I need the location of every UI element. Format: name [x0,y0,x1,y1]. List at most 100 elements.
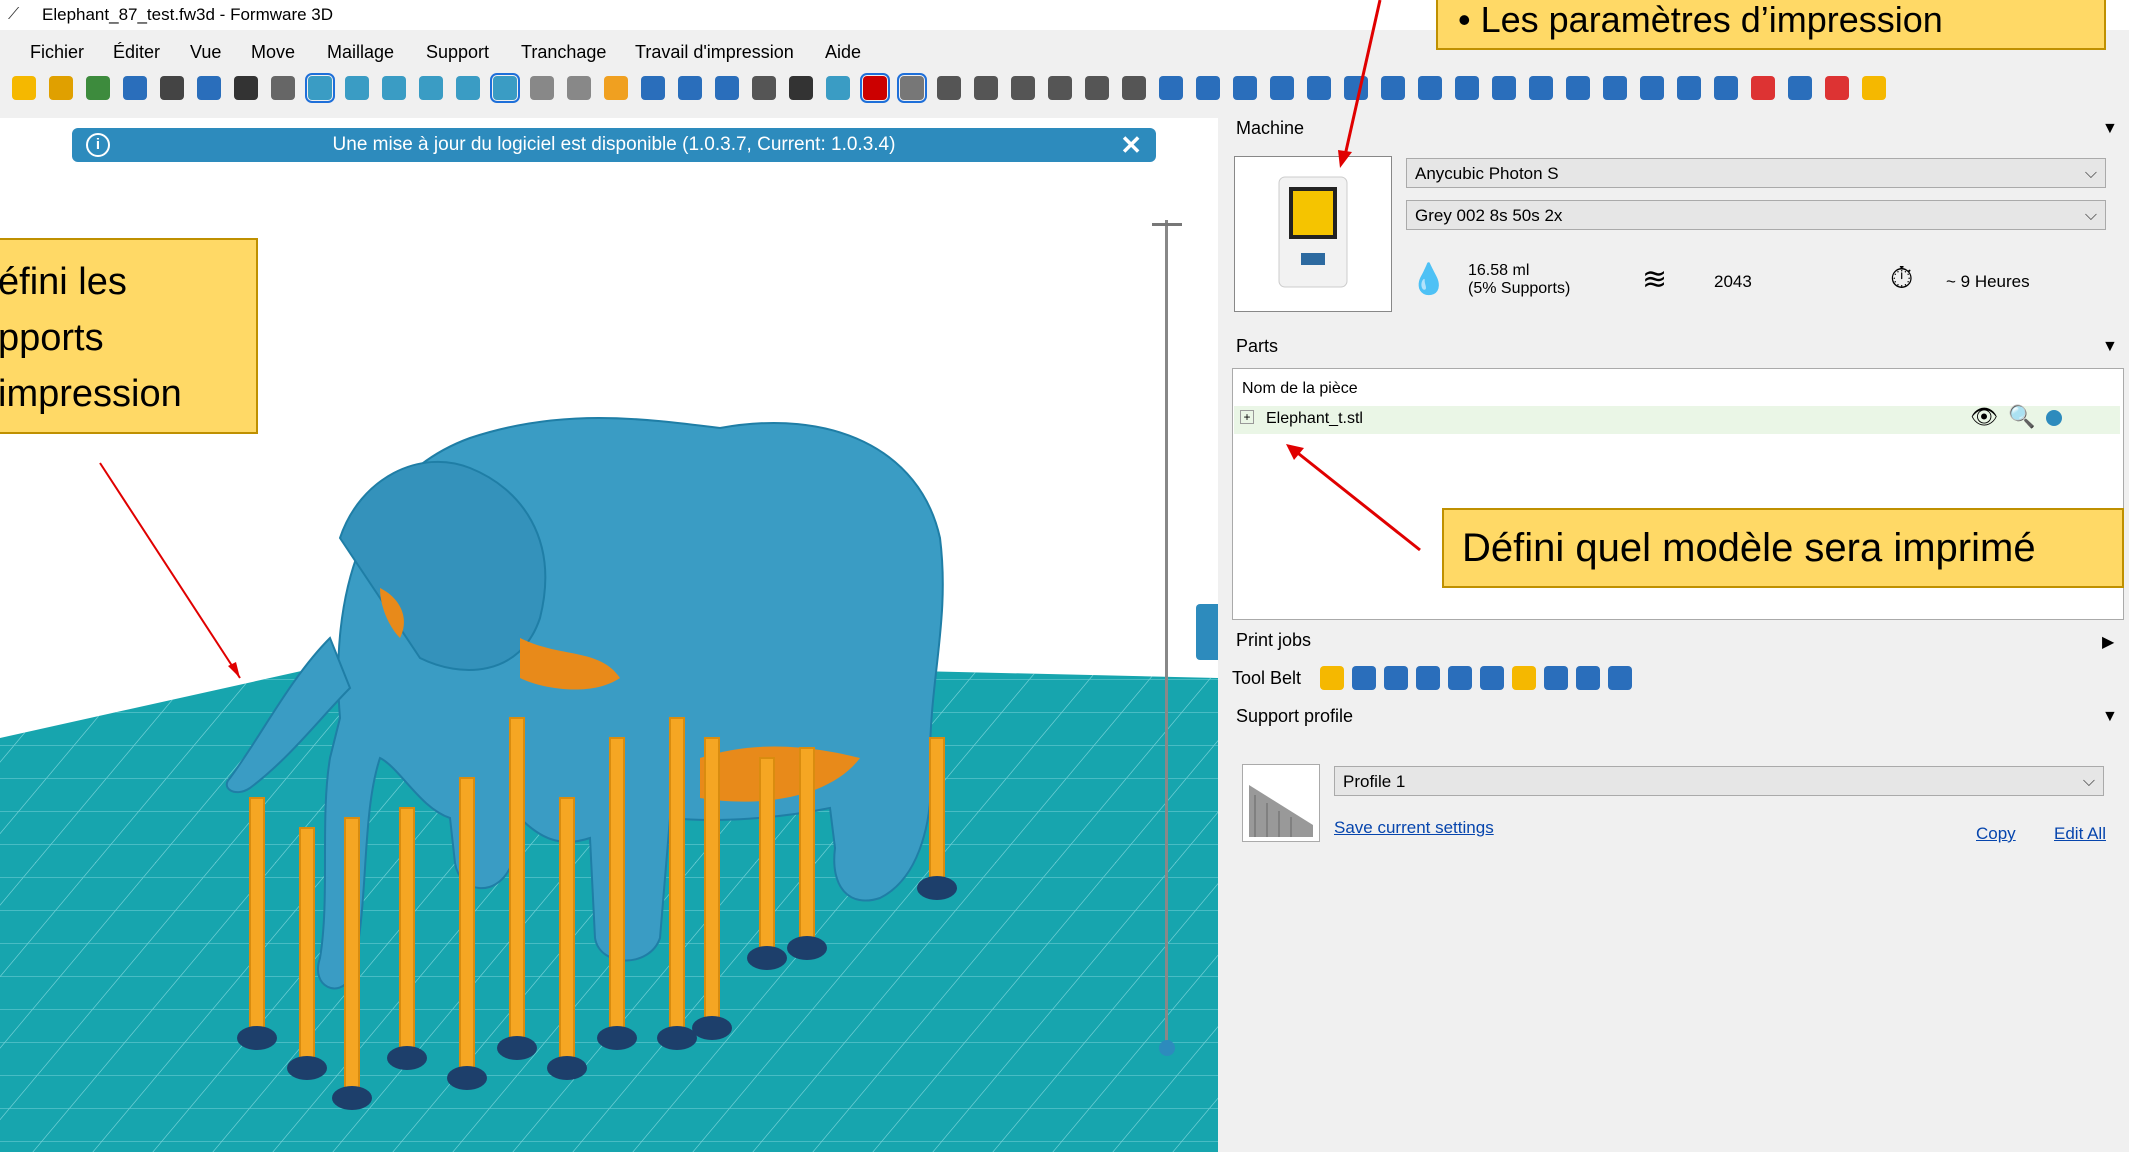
expand-icon[interactable]: + [1240,410,1254,424]
parts-header[interactable]: Parts [1236,336,1278,357]
toolbar-tool-icon[interactable] [1603,76,1627,100]
toolbar-tool-icon[interactable] [1566,76,1590,100]
tool-belt-icon[interactable] [1544,666,1568,690]
eye-icon[interactable]: 👁 [1970,404,1998,430]
printer-value: Anycubic Photon S [1415,164,1559,183]
toolbar-tool-icon[interactable] [1714,76,1738,100]
tool-belt-icon[interactable] [1448,666,1472,690]
toolbar-tool-icon[interactable] [826,76,850,100]
toolbar-tool-icon[interactable] [1048,76,1072,100]
toolbar-tool-icon[interactable] [1825,76,1849,100]
toolbar-tool-icon[interactable] [419,76,443,100]
toolbar-tool-icon[interactable] [345,76,369,100]
toolbar-tool-icon[interactable] [1677,76,1701,100]
toolbar-tool-icon[interactable] [1159,76,1183,100]
toolbar-tool-icon[interactable] [123,76,147,100]
toolbar-tool-icon[interactable] [1122,76,1146,100]
menu-travail-impression[interactable]: Travail d'impression [635,36,794,68]
chevron-down-icon: ⌵ [2084,207,2097,224]
menu-maillage[interactable]: Maillage [327,36,394,68]
toolbar-tool-icon[interactable] [1788,76,1812,100]
toolbar-tool-icon[interactable] [1233,76,1257,100]
support-profile-thumbnail [1242,764,1320,842]
toolbar-tool-icon[interactable] [1751,76,1775,100]
toolbar-tool-icon[interactable] [1640,76,1664,100]
close-icon[interactable]: ✕ [1120,128,1142,162]
menu-move[interactable]: Move [251,36,295,68]
panel-collapse-handle[interactable] [1196,604,1218,660]
menu-tranchage[interactable]: Tranchage [521,36,606,68]
tool-belt-icon[interactable] [1320,666,1344,690]
chevron-right-icon[interactable]: ▶ [2102,632,2114,652]
menu-aide[interactable]: Aide [825,36,861,68]
toolbar-tool-icon[interactable] [1085,76,1109,100]
support-profile-header[interactable]: Support profile [1236,706,1353,727]
resin-profile-select[interactable]: Grey 002 8s 50s 2x ⌵ [1406,200,2106,230]
toolbar-tool-icon[interactable] [1455,76,1479,100]
toolbar-tool-icon[interactable] [715,76,739,100]
layer-slider-track[interactable] [1165,220,1168,1050]
toolbar-tool-icon[interactable] [86,76,110,100]
toolbar-tool-icon[interactable] [897,73,927,103]
toolbar-tool-icon[interactable] [1418,76,1442,100]
layer-count: 2043 [1714,272,1752,291]
support-percent: (5% Supports) [1468,280,1571,297]
chevron-down-icon[interactable]: ▼ [2102,120,2118,138]
toolbar-tool-icon[interactable] [382,76,406,100]
tool-belt-icon[interactable] [1480,666,1504,690]
toolbar-tool-icon[interactable] [305,73,335,103]
toolbar-tool-icon[interactable] [789,76,813,100]
toolbar-tool-icon[interactable] [937,76,961,100]
search-icon[interactable]: 🔍 [2008,404,2035,430]
toolbar-tool-icon[interactable] [490,73,520,103]
resin-drop-icon: 💧 [1410,263,1448,296]
toolbar-tool-icon[interactable] [752,76,776,100]
toolbar-tool-icon[interactable] [234,76,258,100]
tool-belt-icon[interactable] [1352,666,1376,690]
menu-support[interactable]: Support [426,36,489,68]
toolbar-tool-icon[interactable] [1492,76,1516,100]
toolbar-tool-icon[interactable] [12,76,36,100]
tool-belt-icon[interactable] [1384,666,1408,690]
printer-select[interactable]: Anycubic Photon S ⌵ [1406,158,2106,188]
menu-fichier[interactable]: Fichier [30,36,84,68]
tool-belt-icon[interactable] [1512,666,1536,690]
callout-supports: éfini les pports impression [0,238,258,434]
toolbar-tool-icon[interactable] [456,76,480,100]
tool-belt-icon[interactable] [1576,666,1600,690]
layer-slider-knob[interactable] [1159,1040,1175,1056]
toolbar-tool-icon[interactable] [641,76,665,100]
toolbar-tool-icon[interactable] [197,76,221,100]
toolbar-tool-icon[interactable] [678,76,702,100]
support-profile-select[interactable]: Profile 1 ⌵ [1334,766,2104,796]
callout-supports-line3: impression [0,373,182,415]
toolbar-tool-icon[interactable] [1011,76,1035,100]
chevron-down-icon[interactable]: ▼ [2102,708,2118,726]
toolbar-tool-icon[interactable] [604,76,628,100]
toolbar-tool-icon[interactable] [530,76,554,100]
toolbar-tool-icon[interactable] [49,76,73,100]
toolbar-tool-icon[interactable] [860,73,890,103]
toolbar-tool-icon[interactable] [1862,76,1886,100]
edit-all-link[interactable]: Edit All [2054,824,2106,844]
menu-bar: Fichier Éditer Vue Move Maillage Support… [0,36,1400,68]
copy-link[interactable]: Copy [1976,824,2016,844]
toolbar-tool-icon[interactable] [271,76,295,100]
menu-vue[interactable]: Vue [190,36,221,68]
toolbar-tool-icon[interactable] [1307,76,1331,100]
toolbar-tool-icon[interactable] [1196,76,1220,100]
chevron-down-icon[interactable]: ▼ [2102,338,2118,356]
toolbar-tool-icon[interactable] [974,76,998,100]
toolbar-tool-icon[interactable] [160,76,184,100]
tool-belt-icon[interactable] [1416,666,1440,690]
machine-header[interactable]: Machine [1236,118,1304,139]
menu-editer[interactable]: Éditer [113,36,160,68]
toolbar-tool-icon[interactable] [1270,76,1294,100]
support-image [1249,785,1313,837]
print-jobs-header[interactable]: Print jobs [1236,630,1311,651]
save-settings-link[interactable]: Save current settings [1334,818,1494,838]
tool-belt-icon[interactable] [1608,666,1632,690]
color-dot-icon[interactable] [2046,410,2062,426]
toolbar-tool-icon[interactable] [567,76,591,100]
toolbar-tool-icon[interactable] [1529,76,1553,100]
